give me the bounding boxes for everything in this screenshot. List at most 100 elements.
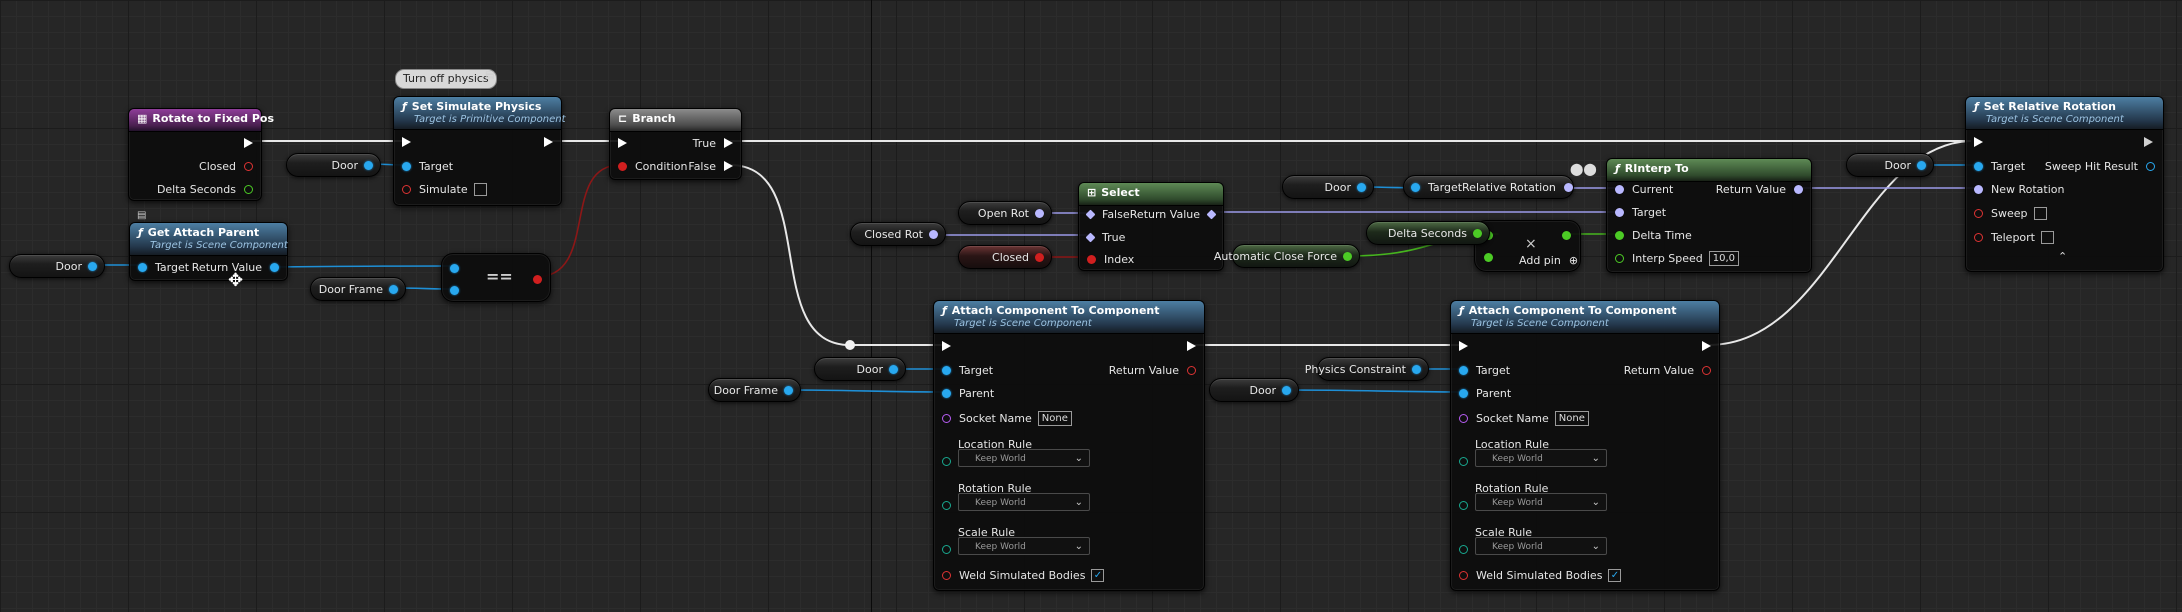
delta-seconds-variable[interactable]: Delta Seconds (1366, 221, 1490, 245)
door-variable[interactable]: Door (1846, 153, 1934, 177)
exec-in-pin[interactable] (402, 137, 411, 147)
target-pin[interactable] (1411, 182, 1420, 192)
comment-bubble[interactable]: Turn off physics (395, 69, 497, 89)
sweep-pin[interactable] (1974, 208, 1983, 218)
false-pin[interactable] (1085, 209, 1096, 219)
rotation-rule-pin[interactable] (1459, 500, 1468, 510)
door-frame-pin[interactable] (389, 284, 398, 294)
door-frame-variable[interactable]: Door Frame (310, 277, 406, 301)
closed-variable[interactable]: Closed (958, 245, 1052, 269)
target-pin[interactable] (1615, 207, 1624, 217)
socket-name-pin[interactable] (1459, 413, 1468, 423)
exec-in-pin[interactable] (618, 138, 627, 148)
index-pin[interactable] (1087, 254, 1096, 264)
result-pin[interactable] (533, 274, 542, 284)
door-variable[interactable]: Door (286, 153, 381, 177)
door-variable[interactable]: Door (1209, 378, 1299, 402)
b-pin[interactable] (450, 285, 459, 295)
a-pin[interactable] (450, 263, 459, 273)
location-rule-dropdown[interactable]: Keep World ⌄ (1475, 449, 1607, 467)
physics-constraint-pin[interactable] (1412, 364, 1421, 374)
set-simulate-physics-node[interactable]: ƒ Set Simulate Physics Target is Primitiv… (393, 96, 566, 206)
sweep-checkbox[interactable] (2033, 206, 2047, 220)
return-value-pin[interactable] (1794, 184, 1803, 194)
exec-in-pin[interactable] (1974, 137, 1983, 147)
exec-out-pin[interactable] (1702, 341, 1711, 351)
target-pin[interactable] (1974, 161, 1983, 171)
rotation-rule-pin[interactable] (942, 500, 951, 510)
door-variable[interactable]: Door (814, 357, 906, 381)
rotation-rule-dropdown[interactable]: Keep World ⌄ (958, 493, 1090, 511)
socket-name-field[interactable]: None (1554, 410, 1589, 426)
true-exec-pin[interactable] (724, 138, 733, 148)
new-rotation-pin[interactable] (1974, 184, 1983, 194)
rotation-rule-dropdown[interactable]: Keep World ⌄ (1475, 493, 1607, 511)
parent-pin[interactable] (1459, 388, 1468, 398)
closed-rot-variable[interactable]: Closed Rot (850, 222, 946, 246)
interp-speed-field[interactable]: 10,0 (1708, 250, 1740, 266)
delta-time-pin[interactable] (1615, 230, 1624, 240)
door-pin[interactable] (1282, 385, 1291, 395)
get-attach-parent-node[interactable]: ƒ Get Attach Parent Target is Scene Compo… (129, 222, 288, 281)
branch-node[interactable]: ⊏ Branch True Condition False (609, 108, 742, 180)
exec-out-pin[interactable] (244, 138, 253, 148)
physics-constraint-variable[interactable]: Physics Constraint (1305, 357, 1429, 381)
teleport-checkbox[interactable] (2041, 230, 2054, 244)
interp-speed-pin[interactable] (1615, 253, 1624, 263)
door-pin[interactable] (889, 364, 898, 374)
true-pin[interactable] (1085, 232, 1096, 242)
automatic-close-force-pin[interactable] (1343, 251, 1352, 261)
set-relative-rotation-node[interactable]: ƒ Set Relative Rotation Target is Scene C… (1965, 96, 2164, 272)
location-rule-pin[interactable] (1459, 456, 1468, 466)
exec-out-pin[interactable] (2144, 137, 2153, 147)
attach-component-node-1[interactable]: ƒ Attach Component To Component Target is… (933, 300, 1205, 591)
equals-node[interactable]: == (441, 253, 551, 302)
door-frame-variable[interactable]: Door Frame (708, 378, 801, 402)
rinterp-to-node[interactable]: ƒ RInterp To Current Return Value Target … (1606, 158, 1812, 273)
weld-checkbox[interactable]: ✓ (1091, 568, 1105, 582)
door-frame-pin[interactable] (784, 385, 793, 395)
relative-rotation-pin[interactable] (1563, 182, 1573, 192)
simulate-pin[interactable] (402, 184, 411, 194)
target-pin[interactable] (138, 262, 147, 272)
parent-pin[interactable] (942, 388, 951, 398)
door-variable[interactable]: Door (1282, 175, 1374, 199)
exec-out-pin[interactable] (544, 137, 553, 147)
rotate-to-fixed-pos-node[interactable]: ▦ Rotate to Fixed Pos Closed Delta Second… (128, 108, 274, 201)
automatic-close-force-variable[interactable]: Automatic Close Force (1214, 244, 1360, 268)
exec-out-pin[interactable] (1187, 341, 1196, 351)
door-pin[interactable] (88, 261, 97, 271)
closed-pin[interactable] (244, 161, 253, 171)
exec-in-pin[interactable] (1459, 341, 1468, 351)
add-node[interactable]: × Add pin ⊕ (1474, 220, 1581, 272)
scale-rule-pin[interactable] (1459, 544, 1468, 554)
weld-pin[interactable] (1459, 570, 1468, 580)
return-value-pin[interactable] (1187, 365, 1196, 375)
scale-rule-dropdown[interactable]: Keep World ⌄ (958, 537, 1090, 555)
location-rule-dropdown[interactable]: Keep World ⌄ (958, 449, 1090, 467)
b-pin[interactable] (1484, 252, 1493, 262)
door-pin[interactable] (1917, 160, 1926, 170)
target-pin[interactable] (942, 365, 951, 375)
socket-name-pin[interactable] (942, 413, 951, 423)
return-value-pin[interactable] (1206, 209, 1217, 219)
target-pin[interactable] (1459, 365, 1468, 375)
get-relative-rotation-node[interactable]: Target Relative Rotation (1403, 175, 1574, 199)
open-rot-pin[interactable] (1035, 208, 1044, 218)
closed-rot-pin[interactable] (929, 229, 938, 239)
return-value-pin[interactable] (1702, 365, 1711, 375)
sweep-hit-result-pin[interactable] (2146, 161, 2155, 171)
simulate-checkbox[interactable] (473, 182, 487, 196)
delta-seconds-pin[interactable] (1473, 228, 1482, 238)
closed-pin[interactable] (1035, 252, 1044, 262)
current-pin[interactable] (1615, 184, 1624, 194)
door-pin[interactable] (1357, 182, 1366, 192)
weld-checkbox[interactable]: ✓ (1608, 568, 1622, 582)
location-rule-pin[interactable] (942, 456, 951, 466)
false-exec-pin[interactable] (724, 161, 733, 171)
open-rot-variable[interactable]: Open Rot (958, 201, 1052, 225)
weld-pin[interactable] (942, 570, 951, 580)
delta-seconds-pin[interactable] (244, 184, 253, 194)
scale-rule-dropdown[interactable]: Keep World ⌄ (1475, 537, 1607, 555)
door-pin[interactable] (364, 160, 373, 170)
